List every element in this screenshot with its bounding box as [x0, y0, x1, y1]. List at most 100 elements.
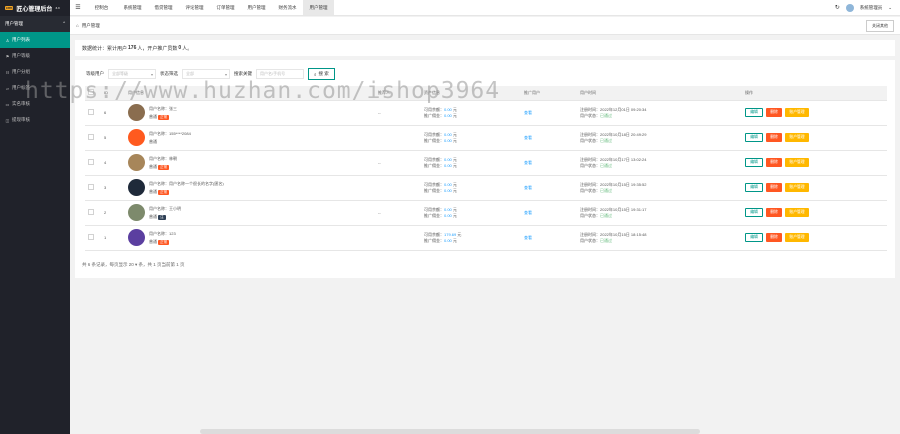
income-label: 推广佣金： — [424, 162, 444, 168]
delete-button[interactable]: 删除 — [766, 233, 782, 242]
pagination[interactable]: 共 6 条记录，每页显示 20 ▾ 条，共 1 页当前第 1 页 — [82, 262, 185, 268]
level-filter-select[interactable]: 全部等级 ▾ — [108, 69, 156, 79]
search-button[interactable]: ⌕ 搜 索 — [308, 68, 335, 80]
table-row: 1 用户名称：123 普通 正常 可用余额：179.69 元 推广佣金：0.00… — [85, 225, 887, 251]
row-checkbox-cell[interactable] — [85, 150, 101, 176]
row-checkbox[interactable] — [88, 184, 94, 190]
account-manage-button[interactable]: 账户管理 — [785, 108, 809, 117]
stats-text2: 开户推广员数 — [147, 45, 178, 52]
view-promo-users-link[interactable]: 查看 — [524, 110, 532, 115]
tab-current[interactable]: 用户管理 — [82, 23, 100, 29]
row-checkbox[interactable] — [88, 234, 94, 240]
sidebar-item-user-tag[interactable]: ▱ 用户标签 — [0, 80, 70, 96]
balance-value: 0.00 — [444, 131, 452, 137]
sidebar-item-withdraw[interactable]: ◫ 提现审核 — [0, 112, 70, 128]
close-other-tabs-button[interactable]: 关闭其他 — [866, 20, 894, 32]
top-nav-item[interactable]: 财务流水 — [272, 0, 303, 15]
table-header-checkbox[interactable] — [85, 86, 101, 101]
row-checkbox[interactable] — [88, 209, 94, 215]
row-checkbox-cell[interactable] — [85, 200, 101, 226]
account-manage-button[interactable]: 账户管理 — [785, 183, 809, 192]
top-nav-item-active[interactable]: 用户管理 — [303, 0, 334, 15]
user-level: 普通 — [149, 163, 157, 169]
stats-user-count: 176 — [128, 45, 137, 51]
sidebar-item-user-group[interactable]: ☷ 用户分组 — [0, 64, 70, 80]
keyword-label: 搜索关键 — [234, 71, 252, 76]
top-nav-item[interactable]: 控制台 — [86, 0, 117, 15]
reg-label: 注册时间： — [580, 181, 600, 187]
delete-button[interactable]: 删除 — [766, 133, 782, 142]
edit-button[interactable]: 编辑 — [745, 158, 763, 167]
status-label: 用户状态： — [580, 112, 600, 118]
edit-button[interactable]: 编辑 — [745, 233, 763, 242]
top-nav-item[interactable]: 订单管理 — [210, 0, 241, 15]
sidebar-item-user-level[interactable]: ⚑ 用户等级 — [0, 48, 70, 64]
view-promo-users-link[interactable]: 查看 — [524, 185, 532, 190]
view-promo-users-link[interactable]: 查看 — [524, 235, 532, 240]
row-checkbox[interactable] — [88, 109, 94, 115]
referrer: -- — [375, 200, 421, 226]
chevron-down-icon: ▾ — [150, 71, 153, 77]
status-label: 用户状态： — [580, 162, 600, 168]
row-checkbox-cell[interactable] — [85, 225, 101, 251]
horizontal-scrollbar[interactable] — [200, 429, 700, 434]
row-checkbox-cell[interactable] — [85, 175, 101, 201]
select-all-checkbox[interactable] — [88, 89, 94, 96]
asset-info-cell: 可用余额：179.69 元 推广佣金：0.00 元 — [421, 225, 521, 251]
edit-button[interactable]: 编辑 — [745, 208, 763, 217]
sidebar-item-label: 用户等级 — [12, 53, 30, 58]
view-promo-users-link[interactable]: 查看 — [524, 210, 532, 215]
balance-value: 179.69 — [444, 231, 457, 237]
ops-cell: 编辑 删除 账户管理 — [742, 225, 887, 251]
account-manage-button[interactable]: 账户管理 — [785, 158, 809, 167]
edit-button[interactable]: 编辑 — [745, 133, 763, 142]
keyword-input[interactable]: 用户名/手机号 — [256, 69, 304, 79]
asset-info-cell: 可用余额：0.00 元 推广佣金：0.00 元 — [421, 200, 521, 226]
top-nav-item[interactable]: 用户管理 — [241, 0, 272, 15]
stats-text1: 累计用户 — [107, 45, 128, 52]
balance-value: 0.00 — [444, 156, 452, 162]
current-user-name[interactable]: 系统管理员 — [860, 5, 883, 11]
user-list-panel: 等级用户 全部等级 ▾ 状态筛选 全部 ▾ 搜索关键 用户名/手机号 ⌕ 搜 索… — [75, 60, 895, 278]
delete-button[interactable]: 删除 — [766, 183, 782, 192]
edit-button[interactable]: 编辑 — [745, 183, 763, 192]
avatar[interactable] — [845, 3, 854, 12]
top-nav-item[interactable]: 系统管理 — [117, 0, 148, 15]
delete-button[interactable]: 删除 — [766, 208, 782, 217]
top-nav-item[interactable]: 借贷管理 — [148, 0, 179, 15]
money-unit: 元 — [452, 237, 457, 243]
top-nav-item[interactable]: 评论管理 — [179, 0, 210, 15]
menu-toggle-icon[interactable]: ☰ — [70, 0, 86, 15]
table-row: 2 用户名称：王小明 普通 注 -- 可用余额：0.00 元 推广佣金：0.00… — [85, 200, 887, 226]
row-checkbox[interactable] — [88, 159, 94, 165]
sidebar-item-user-list[interactable]: ♙ 用户列表 — [0, 32, 70, 48]
status-filter-select[interactable]: 全部 ▾ — [182, 69, 230, 79]
row-checkbox[interactable] — [88, 134, 94, 140]
stats-prefix: 数据统计： — [82, 45, 108, 52]
chevron-down-icon[interactable]: ⌄ — [888, 5, 892, 11]
income-value: 0.00 — [444, 212, 452, 218]
income-value: 0.00 — [444, 237, 452, 243]
edit-button[interactable]: 编辑 — [745, 108, 763, 117]
view-promo-users-link[interactable]: 查看 — [524, 160, 532, 165]
account-manage-button[interactable]: 账户管理 — [785, 133, 809, 142]
home-icon[interactable]: ⌂ — [76, 23, 79, 28]
delete-button[interactable]: 删除 — [766, 158, 782, 167]
row-checkbox-cell[interactable] — [85, 100, 101, 126]
user-name: 用户名称：123 — [149, 230, 176, 236]
account-manage-button[interactable]: 账户管理 — [785, 233, 809, 242]
reg-label: 注册时间： — [580, 131, 600, 137]
stats-unit2: 人。 — [182, 45, 193, 52]
account-manage-button[interactable]: 账户管理 — [785, 208, 809, 217]
keyword-placeholder: 用户名/手机号 — [260, 71, 286, 76]
view-promo-users-link[interactable]: 查看 — [524, 135, 532, 140]
app-logo[interactable]: crm 匠心管理后台 3.0 — [0, 0, 70, 16]
income-label: 推广佣金： — [424, 112, 444, 118]
sidebar-item-label: 用户分组 — [12, 69, 30, 74]
delete-button[interactable]: 删除 — [766, 108, 782, 117]
refresh-icon[interactable]: ↻ — [835, 4, 840, 11]
idcard-icon: ▭ — [5, 101, 10, 107]
row-checkbox-cell[interactable] — [85, 125, 101, 151]
sidebar-group-user[interactable]: 用户管理 ⌃ — [0, 16, 70, 32]
sidebar-item-realname[interactable]: ▭ 实名审核 — [0, 96, 70, 112]
